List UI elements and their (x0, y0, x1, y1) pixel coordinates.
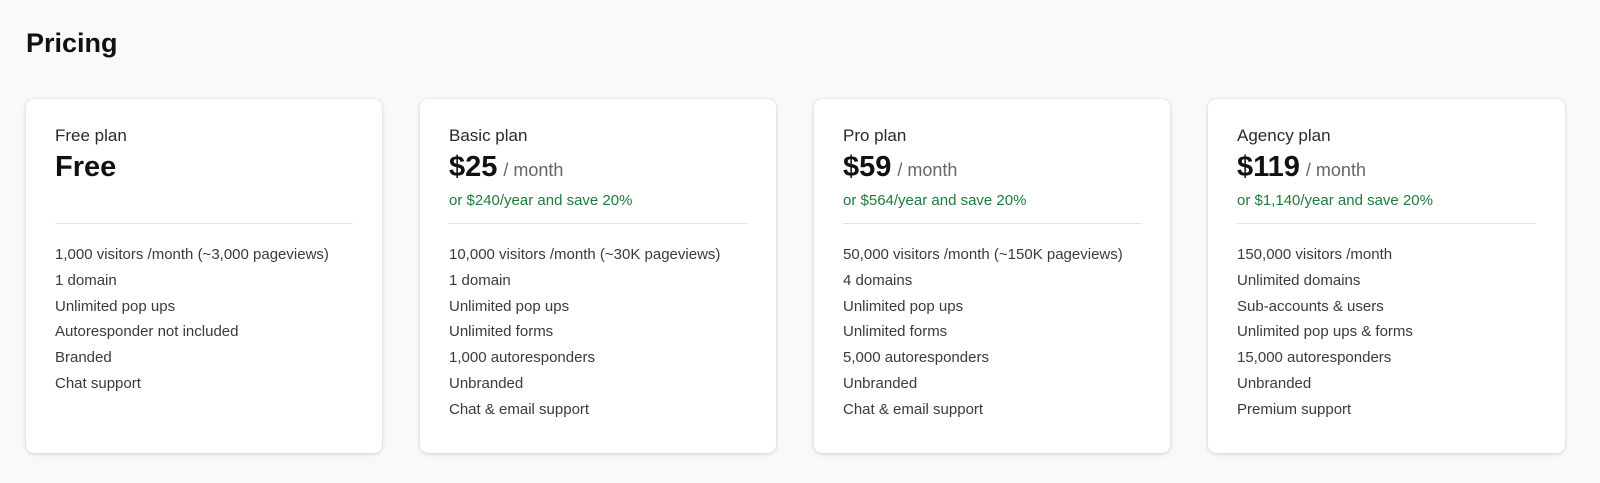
feature-item: Unbranded (449, 374, 524, 392)
divider (449, 223, 747, 224)
feature-list: 150,000 visitors /month Unlimited domain… (1237, 242, 1536, 423)
divider (1237, 223, 1536, 224)
feature-item: 50,000 visitors /month (~150K pageviews) (843, 246, 1123, 263)
feature-item: Unlimited domains (1237, 271, 1361, 289)
price-row: $25 / month (449, 151, 747, 183)
feature-item: Unlimited forms (843, 323, 948, 341)
plan-price: $119 (1237, 151, 1300, 183)
plan-card-basic: Basic plan $25 / month or $240/year and … (420, 99, 776, 453)
price-row: $59 / month (843, 151, 1141, 183)
page-title: Pricing (26, 28, 118, 58)
feature-list: 1,000 visitors /month (~3,000 pageviews)… (55, 242, 353, 397)
feature-item: Unlimited forms (449, 323, 554, 341)
feature-item: 5,000 autoresponders (843, 349, 989, 367)
feature-item: Premium support (1237, 400, 1352, 418)
plan-price: $59 (843, 151, 892, 183)
annual-price-note: or $1,140/year and save 20% (1237, 192, 1433, 209)
feature-item: 10,000 visitors /month (~30K pageviews) (449, 246, 721, 263)
feature-item: Sub-accounts & users (1237, 297, 1384, 315)
plan-price: $25 (449, 151, 498, 183)
annual-price-note (55, 191, 353, 211)
feature-item: 1 domain (449, 271, 511, 289)
divider (843, 223, 1141, 224)
feature-item: 1,000 autoresponders (449, 349, 595, 367)
feature-item: Unlimited pop ups (843, 297, 964, 315)
plan-name: Free plan (55, 126, 127, 145)
price-row: $119 / month (1237, 151, 1536, 183)
plan-card-free: Free plan Free 1,000 visitors /month (~3… (26, 99, 382, 453)
feature-item: Unlimited pop ups (55, 297, 176, 315)
plan-price: Free (55, 151, 117, 183)
plan-name: Agency plan (1237, 126, 1331, 145)
annual-price-note: or $240/year and save 20% (449, 192, 633, 209)
divider (55, 223, 353, 224)
plan-name: Basic plan (449, 126, 528, 145)
plan-card-pro: Pro plan $59 / month or $564/year and sa… (814, 99, 1170, 453)
feature-item: Chat & email support (843, 400, 984, 418)
feature-item: Branded (55, 349, 112, 367)
plan-card-agency: Agency plan $119 / month or $1,140/year … (1208, 99, 1565, 453)
price-period: / month (503, 160, 564, 180)
price-period: / month (897, 160, 958, 180)
feature-list: 10,000 visitors /month (~30K pageviews) … (449, 242, 747, 423)
feature-item: 150,000 visitors /month (1237, 246, 1393, 263)
annual-price-note: or $564/year and save 20% (843, 192, 1027, 209)
feature-item: Unbranded (1237, 374, 1312, 392)
feature-item: 15,000 autoresponders (1237, 349, 1392, 367)
feature-list: 50,000 visitors /month (~150K pageviews)… (843, 242, 1141, 423)
feature-item: Autoresponder not included (55, 323, 239, 341)
pricing-cards: Free plan Free 1,000 visitors /month (~3… (26, 99, 1565, 453)
feature-item: Chat & email support (449, 400, 590, 418)
price-row: Free (55, 151, 353, 183)
feature-item: Unlimited pop ups (449, 297, 570, 315)
feature-item: 4 domains (843, 271, 913, 289)
feature-item: Unbranded (843, 374, 918, 392)
feature-item: Chat support (55, 374, 141, 392)
feature-item: 1,000 visitors /month (~3,000 pageviews) (55, 246, 329, 263)
price-period: / month (1305, 160, 1366, 180)
feature-item: Unlimited pop ups & forms (1237, 323, 1413, 341)
feature-item: 1 domain (55, 271, 117, 289)
plan-name: Pro plan (843, 126, 907, 145)
